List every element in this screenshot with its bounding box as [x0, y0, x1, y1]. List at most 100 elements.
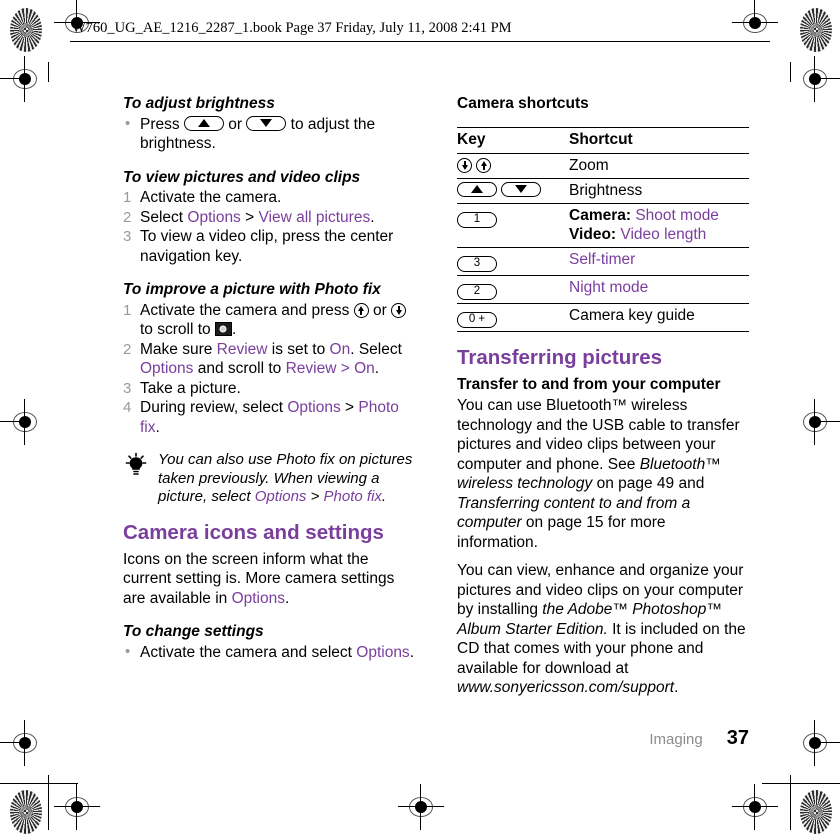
- key-cell-1: 1: [457, 203, 569, 248]
- bullet-text: Activate the camera and select: [140, 643, 357, 661]
- key-up-arrow-icon: [183, 115, 224, 131]
- table-header-row: Key Shortcut: [457, 126, 749, 154]
- step-text: Activate the camera and press: [140, 301, 350, 319]
- heading-to-change-settings: To change settings: [123, 623, 264, 640]
- shortcut-cell-brightness: Brightness: [569, 178, 749, 204]
- transferring-paragraph-1: You can use Bluetooth™ wireless technolo…: [457, 396, 749, 552]
- footer-chapter-name: Imaging: [649, 731, 703, 748]
- paragraph-period: .: [285, 589, 290, 607]
- menu-ref-options: Options: [231, 589, 285, 607]
- heading-to-adjust-brightness: To adjust brightness: [123, 95, 275, 112]
- camera-mode-icon: [214, 322, 232, 336]
- step-text: is set to: [267, 340, 330, 358]
- key-cell-0: 0 +: [457, 303, 569, 332]
- section-heading-camera-icons-and-settings: Camera icons and settings: [123, 520, 384, 544]
- camera-shortcuts-table: Key Shortcut Zoom Brightness 1 Camera: S…: [457, 126, 749, 332]
- heading-transfer-to-and-from-computer: Transfer to and from your computer: [457, 375, 721, 393]
- change-settings-bullet-list: Activate the camera and select Options.: [123, 642, 415, 663]
- key-scroll-up-icon: [353, 302, 369, 318]
- key-number-icon: 3: [457, 255, 497, 272]
- key-number-icon: 1: [457, 211, 497, 228]
- step-period: .: [374, 360, 380, 377]
- menu-ref-view-all-pictures: View all pictures: [258, 208, 371, 226]
- menu-ref-options: Options: [287, 399, 341, 416]
- photo-fix-steps: Activate the camera and press or to scro…: [123, 301, 415, 438]
- list-item: Press or to adjust the brightness.: [123, 114, 415, 154]
- page-footer: Imaging 37: [457, 727, 749, 750]
- heading-to-view-pictures: To view pictures and video clips: [123, 168, 361, 186]
- step-text: During review, select: [140, 399, 288, 416]
- menu-ref-photo-fix: Photo fix: [323, 488, 382, 505]
- key-down-arrow-icon: [246, 115, 287, 131]
- list-item: Activate the camera.: [123, 188, 415, 208]
- page-content: To adjust brightness Press or to adjust …: [0, 0, 840, 840]
- key-scroll-down-icon: [391, 302, 407, 318]
- shortcut-cell-night-mode: Night mode: [569, 275, 749, 304]
- column-header-shortcut: Shortcut: [569, 126, 749, 154]
- menu-ref-options: Options: [187, 208, 241, 226]
- key-number-icon: 2: [457, 283, 497, 300]
- step-text: To view a video clip, press the center n…: [140, 228, 394, 265]
- step-period: .: [155, 418, 160, 436]
- list-item: To view a video clip, press the center n…: [123, 227, 415, 266]
- menu-ref-review: Review: [216, 340, 268, 358]
- right-column: Camera shortcuts Key Shortcut Zoom Brigh…: [457, 94, 749, 698]
- table-row: 3 Self-timer: [457, 247, 749, 276]
- bullet-period: .: [409, 643, 414, 661]
- list-item: Activate the camera and press or to scro…: [123, 301, 415, 340]
- camera-icons-paragraph: Icons on the screen inform what the curr…: [123, 550, 415, 609]
- shortcut-label-video: Video:: [569, 225, 617, 243]
- paragraph-text: on page 49 and: [592, 475, 705, 492]
- table-row: Zoom: [457, 153, 749, 179]
- menu-ref-video-length: Video length: [620, 225, 707, 243]
- brightness-text-mid: or: [228, 115, 243, 133]
- list-item: During review, select Options > Photo fi…: [123, 398, 415, 437]
- heading-to-improve-picture: To improve a picture with Photo fix: [123, 281, 381, 298]
- tip-callout: You can also use Photo fix on pictures t…: [123, 451, 415, 507]
- step-sep: >: [340, 399, 359, 416]
- key-up-arrow-icon: [457, 181, 497, 197]
- menu-ref-options: Options: [254, 488, 307, 505]
- list-item: Make sure Review is set to On. Select Op…: [123, 340, 415, 379]
- lightbulb-icon: [123, 452, 149, 478]
- key-down-arrow-icon: [501, 181, 542, 197]
- step-text: or: [372, 301, 387, 319]
- menu-ref-review-2: Review: [285, 360, 337, 377]
- step-period: .: [231, 321, 237, 338]
- shortcut-label-camera: Camera:: [569, 206, 632, 224]
- table-row: 1 Camera: Shoot mode Video: Video length: [457, 203, 749, 248]
- key-cell-2: 2: [457, 275, 569, 304]
- shortcut-cell-zoom: Zoom: [569, 153, 749, 179]
- support-url: www.sonyericsson.com/support: [457, 679, 675, 696]
- list-item: Take a picture.: [123, 379, 415, 399]
- step-text: Take a picture.: [140, 379, 241, 397]
- footer-page-number: 37: [726, 727, 749, 749]
- menu-ref-on-2: On: [354, 360, 375, 377]
- shortcut-cell-shoot-mode: Camera: Shoot mode Video: Video length: [569, 203, 749, 248]
- key-scroll-up-icon: [476, 157, 492, 173]
- left-column: To adjust brightness Press or to adjust …: [123, 94, 415, 662]
- key-cell-3: 3: [457, 247, 569, 276]
- menu-ref-options: Options: [140, 360, 194, 377]
- step-sep: >: [336, 360, 355, 377]
- key-scroll-down-icon: [457, 157, 472, 173]
- step-text: to scroll to: [140, 321, 211, 338]
- brightness-bullet-list: Press or to adjust the brightness.: [123, 114, 415, 154]
- column-header-key: Key: [457, 126, 569, 154]
- step-sep: >: [240, 208, 259, 226]
- shortcut-cell-camera-key-guide: Camera key guide: [569, 303, 749, 332]
- step-text: Select: [140, 208, 188, 226]
- step-text: Activate the camera.: [140, 189, 282, 206]
- tip-sep: >: [306, 488, 324, 505]
- menu-ref-on: On: [329, 340, 351, 358]
- table-row: 2 Night mode: [457, 275, 749, 304]
- key-number-icon: 0 +: [457, 311, 497, 328]
- step-text: and scroll to: [193, 360, 286, 377]
- list-item: Activate the camera and select Options.: [123, 642, 415, 663]
- tip-period: .: [381, 488, 387, 505]
- step-text: . Select: [350, 340, 402, 358]
- table-title-camera-shortcuts: Camera shortcuts: [457, 95, 589, 112]
- section-heading-transferring-pictures: Transferring pictures: [457, 345, 663, 369]
- menu-ref-options: Options: [356, 643, 410, 661]
- paragraph-period: .: [674, 679, 679, 696]
